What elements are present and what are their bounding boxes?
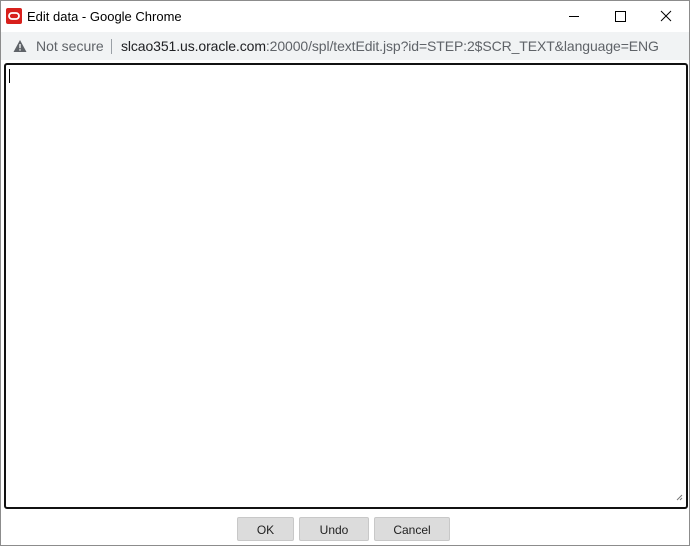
close-button[interactable] bbox=[643, 1, 689, 32]
minimize-button[interactable] bbox=[551, 1, 597, 32]
address-separator bbox=[111, 39, 112, 54]
maximize-button[interactable] bbox=[597, 1, 643, 32]
undo-button[interactable]: Undo bbox=[299, 517, 369, 541]
ok-button[interactable]: OK bbox=[237, 517, 294, 541]
warning-triangle-icon bbox=[13, 40, 27, 52]
text-caret bbox=[9, 69, 10, 83]
window-title: Edit data - Google Chrome bbox=[27, 9, 182, 24]
minimize-icon bbox=[569, 16, 579, 17]
chrome-popup-window: Edit data - Google Chrome Not secure slc bbox=[0, 0, 690, 546]
resize-grip-icon[interactable] bbox=[675, 493, 683, 501]
security-status-label[interactable]: Not secure bbox=[36, 38, 104, 54]
title-bar[interactable]: Edit data - Google Chrome bbox=[1, 1, 689, 32]
url-host: slcao351.us.oracle.com bbox=[121, 38, 266, 54]
url-text[interactable]: slcao351.us.oracle.com:20000/spl/textEdi… bbox=[121, 38, 659, 54]
url-path: :20000/spl/textEdit.jsp?id=STEP:2$SCR_TE… bbox=[265, 38, 659, 54]
close-icon bbox=[660, 10, 672, 22]
text-editor[interactable] bbox=[4, 63, 688, 509]
oracle-logo-icon bbox=[6, 8, 22, 24]
address-bar[interactable]: Not secure slcao351.us.oracle.com:20000/… bbox=[1, 32, 689, 60]
cancel-button[interactable]: Cancel bbox=[374, 517, 450, 541]
maximize-icon bbox=[615, 11, 626, 22]
